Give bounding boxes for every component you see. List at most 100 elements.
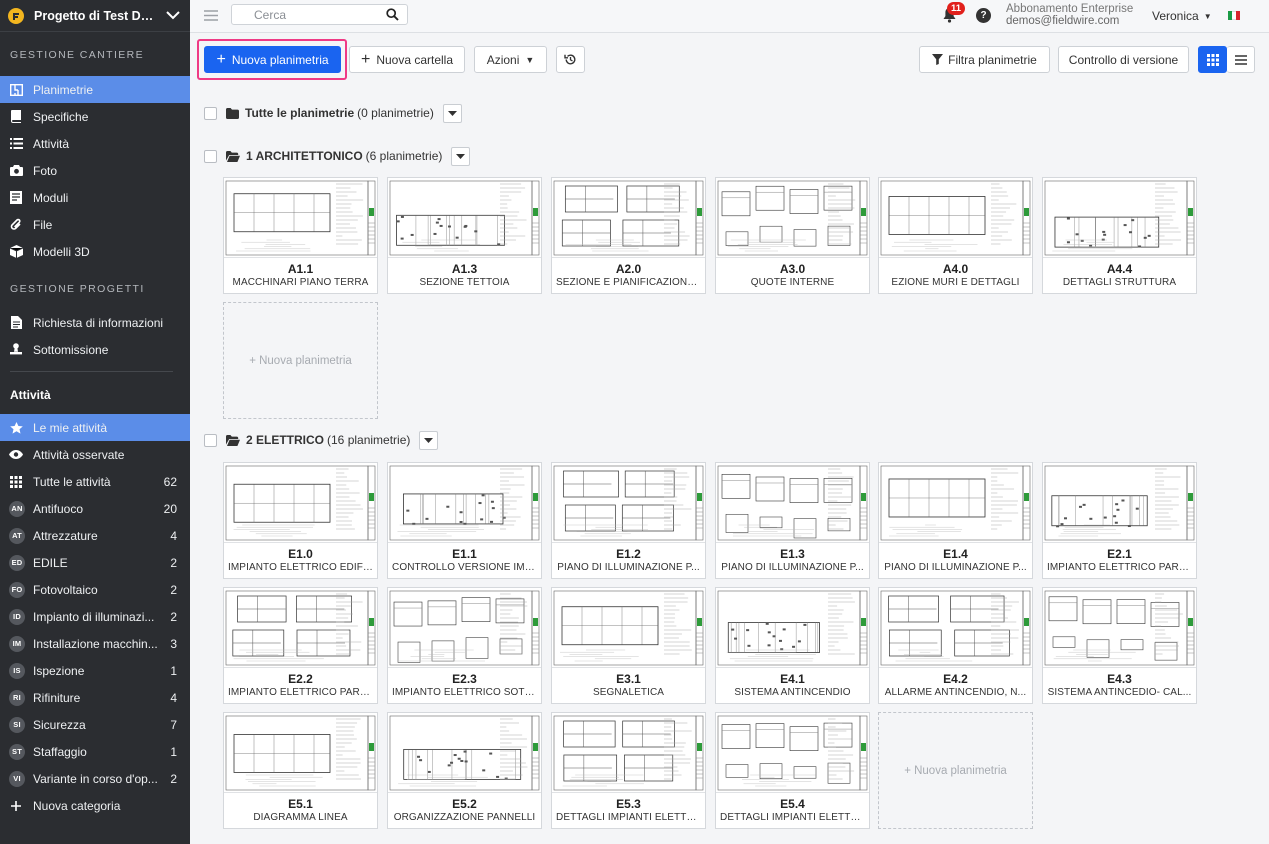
category-count: 1 bbox=[170, 663, 177, 678]
sheet-card[interactable]: E4.3 SISTEMA ANTINCEDIO- CAL... bbox=[1042, 587, 1197, 704]
search-icon[interactable] bbox=[386, 8, 399, 21]
sheet-name: SEZIONE E PIANIFICAZIONE... bbox=[556, 277, 701, 288]
hamburger-menu-icon[interactable] bbox=[204, 10, 218, 21]
category-item[interactable]: RI Rifiniture 4 bbox=[0, 684, 190, 711]
folder-architectural[interactable]: 1 ARCHITETTONICO (6 planimetrie) bbox=[204, 146, 471, 166]
category-item[interactable]: FO Fotovoltaico 2 bbox=[0, 576, 190, 603]
sheet-card[interactable]: A4.0 EZIONE MURI E DETTAGLI bbox=[878, 177, 1033, 294]
sheet-name: ALLARME ANTINCENDIO, N... bbox=[884, 687, 1027, 698]
category-item[interactable]: ST Staffaggio 1 bbox=[0, 738, 190, 765]
category-label: Rifiniture bbox=[33, 690, 81, 705]
category-item[interactable]: ED EDILE 2 bbox=[0, 549, 190, 576]
project-switcher[interactable]: Progetto di Test De... bbox=[0, 0, 190, 32]
category-item[interactable]: IS Ispezione 1 bbox=[0, 657, 190, 684]
folder-dropdown-button[interactable] bbox=[442, 103, 462, 123]
user-menu[interactable]: Veronica ▼ bbox=[1152, 9, 1212, 23]
section-site-management: GESTIONE CANTIERE bbox=[10, 49, 145, 61]
floorplan-icon bbox=[9, 83, 23, 97]
sheet-card[interactable]: E4.2 ALLARME ANTINCENDIO, N... bbox=[878, 587, 1033, 704]
category-label: Fotovoltaico bbox=[33, 582, 98, 597]
sheet-card[interactable]: E5.3 DETTAGLI IMPIANTI ELETTR... bbox=[551, 712, 706, 829]
search-input[interactable]: Cerca bbox=[231, 4, 408, 25]
filter-sheets-button[interactable]: Filtra planimetrie bbox=[919, 46, 1050, 73]
new-sheet-card[interactable]: + Nuova planimetria bbox=[878, 712, 1033, 829]
category-item[interactable]: AT Attrezzature 4 bbox=[0, 522, 190, 549]
sidebar-item-sottomissione-label: Sottomissione bbox=[33, 342, 109, 357]
sidebar-item-le-mie-attivit[interactable]: Le mie attività bbox=[0, 414, 190, 441]
user-name: Veronica bbox=[1152, 9, 1199, 23]
category-badge: AT bbox=[9, 527, 25, 544]
sidebar-item-file[interactable]: File bbox=[0, 211, 190, 238]
category-item[interactable]: AN Antifuoco 20 bbox=[0, 495, 190, 522]
version-control-button[interactable]: Controllo di versione bbox=[1058, 46, 1189, 73]
sidebar-item-sottomissione[interactable]: Sottomissione bbox=[0, 336, 190, 363]
sheet-card[interactable]: A1.3 SEZIONE TETTOIA bbox=[387, 177, 542, 294]
sheet-card[interactable]: E2.2 IMPIANTO ELETTRICO PARZ... bbox=[223, 587, 378, 704]
category-item[interactable]: VI Variante in corso d'op... 2 bbox=[0, 765, 190, 792]
sheet-card[interactable]: E3.1 SEGNALETICA bbox=[551, 587, 706, 704]
sidebar-item-specifiche[interactable]: Specifiche bbox=[0, 103, 190, 130]
sheet-card[interactable]: E5.2 ORGANIZZAZIONE PANNELLI bbox=[387, 712, 542, 829]
sheet-card[interactable]: E1.3 PIANO DI ILLUMINAZIONE P... bbox=[715, 462, 870, 579]
sheet-card[interactable]: E1.2 PIANO DI ILLUMINAZIONE P... bbox=[551, 462, 706, 579]
sidebar-item-foto[interactable]: Foto bbox=[0, 157, 190, 184]
sheet-name: CONTROLLO VERSIONE IMP... bbox=[392, 562, 537, 573]
search-placeholder: Cerca bbox=[254, 7, 287, 22]
folder-dropdown-button[interactable] bbox=[419, 430, 439, 450]
sheet-thumbnail bbox=[224, 178, 377, 258]
sheet-thumbnail bbox=[716, 463, 869, 543]
folder-all[interactable]: Tutte le planimetrie (0 planimetrie) bbox=[204, 103, 462, 123]
category-badge: ID bbox=[9, 608, 25, 625]
list-view-toggle[interactable] bbox=[1227, 46, 1255, 73]
book-icon bbox=[9, 110, 23, 124]
new-category-button[interactable]: Nuova categoria bbox=[0, 792, 190, 819]
sidebar-item-moduli[interactable]: Moduli bbox=[0, 184, 190, 211]
sheet-card[interactable]: E1.1 CONTROLLO VERSIONE IMP... bbox=[387, 462, 542, 579]
italian-flag-icon[interactable] bbox=[1228, 11, 1240, 20]
sidebar-item-planimetrie[interactable]: Planimetrie bbox=[0, 76, 190, 103]
folder-dropdown-button[interactable] bbox=[451, 146, 471, 166]
sheet-thumbnail bbox=[224, 713, 377, 793]
sheet-card[interactable]: A1.1 MACCHINARI PIANO TERRA bbox=[223, 177, 378, 294]
sheet-card[interactable]: E1.0 IMPIANTO ELETTRICO EDIFI... bbox=[223, 462, 378, 579]
camera-icon bbox=[9, 164, 23, 178]
category-label: Variante in corso d'op... bbox=[33, 771, 158, 786]
sheet-card[interactable]: E2.1 IMPIANTO ELETTRICO PARZ... bbox=[1042, 462, 1197, 579]
category-item[interactable]: IM Installazione macchin... 3 bbox=[0, 630, 190, 657]
sheet-card[interactable]: E5.4 DETTAGLI IMPIANTI ELETTR... bbox=[715, 712, 870, 829]
new-sheet-card[interactable]: + Nuova planimetria bbox=[223, 302, 378, 419]
sheet-code: A1.3 bbox=[451, 262, 478, 276]
category-badge: FO bbox=[9, 581, 25, 598]
sheet-card[interactable]: A2.0 SEZIONE E PIANIFICAZIONE... bbox=[551, 177, 706, 294]
sidebar-item-attivit-osservate[interactable]: Attività osservate bbox=[0, 441, 190, 468]
actions-dropdown[interactable]: Azioni ▼ bbox=[474, 46, 547, 73]
folder-checkbox[interactable] bbox=[204, 106, 217, 120]
history-button[interactable] bbox=[556, 46, 585, 73]
sheet-card[interactable]: E4.1 SISTEMA ANTINCENDIO bbox=[715, 587, 870, 704]
sheet-name: DETTAGLI IMPIANTI ELETTR... bbox=[720, 812, 865, 823]
sidebar-item-tutte-le-attivit[interactable]: Tutte le attività 62 bbox=[0, 468, 190, 495]
sheet-card[interactable]: E5.1 DIAGRAMMA LINEA bbox=[223, 712, 378, 829]
category-item[interactable]: ID Impianto di illuminazi... 2 bbox=[0, 603, 190, 630]
folder-electrical[interactable]: 2 ELETTRICO (16 planimetrie) bbox=[204, 430, 439, 450]
sheet-card[interactable]: E1.4 PIANO DI ILLUMINAZIONE P... bbox=[878, 462, 1033, 579]
category-badge: VI bbox=[9, 770, 25, 787]
sidebar-item-richiesta-di-informazioni[interactable]: Richiesta di informazioni bbox=[0, 309, 190, 336]
sidebar-item-modelli-3d[interactable]: Modelli 3D bbox=[0, 238, 190, 265]
category-item[interactable]: SI Sicurezza 7 bbox=[0, 711, 190, 738]
category-label: Staffaggio bbox=[33, 744, 87, 759]
sidebar-item-attivit[interactable]: Attività bbox=[0, 130, 190, 157]
grid-view-toggle[interactable] bbox=[1198, 46, 1227, 73]
folder-checkbox[interactable] bbox=[204, 433, 217, 447]
sheet-card[interactable]: A3.0 QUOTE INTERNE bbox=[715, 177, 870, 294]
sheet-card[interactable]: E2.3 IMPIANTO ELETTRICO SOTT... bbox=[387, 587, 542, 704]
sheet-card[interactable]: A4.4 DETTAGLI STRUTTURA bbox=[1042, 177, 1197, 294]
sidebar-divider bbox=[10, 371, 173, 372]
new-folder-button[interactable]: + Nuova cartella bbox=[349, 46, 465, 73]
folder-name: 1 ARCHITETTONICO bbox=[246, 149, 363, 163]
new-sheet-button[interactable]: + Nuova planimetria bbox=[204, 46, 341, 73]
help-icon[interactable]: ? bbox=[976, 8, 991, 23]
category-count: 2 bbox=[170, 582, 177, 597]
sheet-name: DETTAGLI STRUTTURA bbox=[1062, 277, 1177, 288]
folder-checkbox[interactable] bbox=[204, 149, 217, 163]
